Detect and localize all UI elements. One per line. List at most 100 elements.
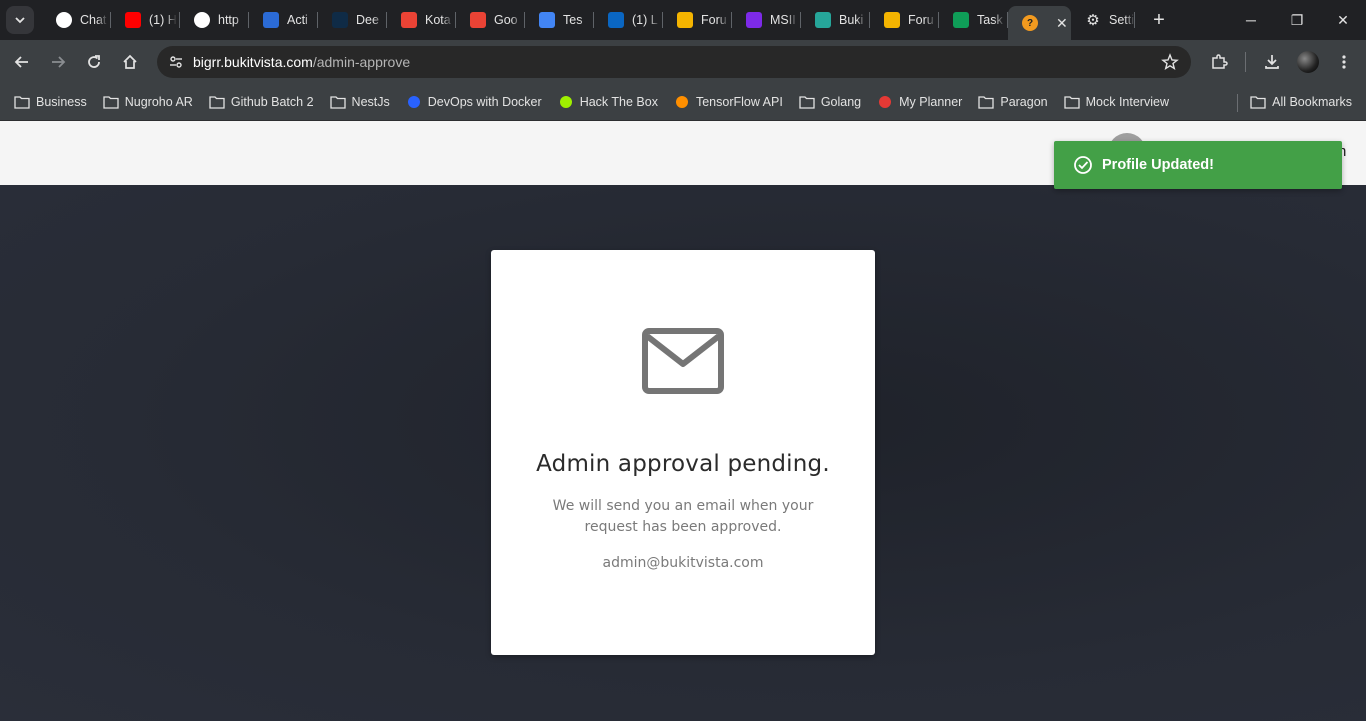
bookmark-item[interactable]: Mock Interview [1056,88,1177,116]
folder-icon [209,94,225,110]
close-window-button[interactable]: ✕ [1320,0,1366,40]
bookmark-item[interactable]: DevOps with Docker [398,88,550,116]
menu-button[interactable] [1326,44,1362,80]
bookmark-item[interactable]: Nugroho AR [95,88,201,116]
tab-title: MSII [770,13,796,27]
bookmark-star-icon[interactable] [1161,53,1179,76]
bookmark-item[interactable]: Hack The Box [550,88,666,116]
home-icon [123,54,137,69]
address-bar[interactable]: bigrr.bukitvista.com/admin-approve [157,46,1191,78]
back-button[interactable] [4,44,40,80]
window-controls: ─ ❐ ✕ [1228,0,1366,40]
tab-title: Dee [356,13,379,27]
tab-title: (1) L [632,13,658,27]
bukitvista-icon [815,12,831,28]
bookmark-item[interactable]: My Planner [869,88,970,116]
tab-title: Tes [563,13,583,27]
bookmarks-separator [1237,94,1238,112]
tab-active[interactable]: ? ✕ [1008,6,1071,40]
folder-icon [329,94,346,110]
tab-item[interactable]: (1) L [594,0,663,40]
tab-strip: Chat (1) H http Acti Dee Kota Goo Tes (1) L Foru M… [0,0,1366,40]
downloads-button[interactable] [1254,44,1290,80]
chatgpt-icon [56,12,72,28]
tab-title: (1) H [149,13,177,27]
bookmark-label: DevOps with Docker [427,95,542,109]
folder-icon [14,94,30,110]
folder-icon [103,94,119,110]
tab-item[interactable]: Foru [870,0,939,40]
tab-item[interactable]: Chat [42,0,111,40]
url-path: /admin-approve [312,54,411,70]
chevron-down-icon [15,17,25,24]
forward-arrow-icon [52,56,66,68]
gmail-icon [470,12,486,28]
tab-list: Chat (1) H http Acti Dee Kota Goo Tes (1) L Foru M… [42,0,1008,40]
site-info-icon[interactable] [160,54,192,70]
extensions-button[interactable] [1201,44,1237,80]
bookmark-label: Github Batch 2 [230,95,314,109]
folder-icon [1063,94,1080,110]
classroom-icon [953,12,969,28]
tab-title: Kota [425,13,451,27]
gmail-icon [401,12,417,28]
forward-button[interactable] [40,44,76,80]
tab-item[interactable]: (1) H [111,0,180,40]
tab-item[interactable]: Foru [663,0,732,40]
tab-item[interactable]: Acti [249,0,318,40]
close-tab-icon[interactable]: ✕ [1056,15,1068,32]
url-host: bigrr.bukitvista.com [193,54,313,70]
more-vertical-icon [1342,55,1346,69]
approval-card: Admin approval pending. We will send you… [491,250,875,655]
tab-title: Acti [287,13,308,27]
tab-item[interactable]: Dee [318,0,387,40]
download-icon [1265,55,1279,69]
card-title: Admin approval pending. [536,451,830,477]
bookmark-item[interactable]: NestJs [322,88,398,116]
tab-item[interactable]: Tes [525,0,594,40]
youtube-icon [125,12,141,28]
tab-title: Chat [80,13,107,27]
classroom-icon [884,12,900,28]
bookmark-item[interactable]: Business [6,88,95,116]
tab-item[interactable]: MSII [732,0,801,40]
back-arrow-icon [14,56,28,68]
reload-button[interactable] [76,44,112,80]
tab-title: Buki [839,13,864,27]
tab-title: Task [977,13,1003,27]
canva-icon [746,12,762,28]
toolbar-separator [1245,52,1246,72]
bookmark-item[interactable]: Paragon [970,88,1055,116]
docs-icon [539,12,555,28]
restore-button[interactable]: ❐ [1274,0,1320,40]
tab-item[interactable]: Kota [387,0,456,40]
bookmark-list: Business Nugroho AR Github Batch 2 NestJs De… [6,88,1177,116]
tab-title: Foru [908,13,934,27]
tab-item[interactable]: Goo [456,0,525,40]
bookmark-label: TensorFlow API [695,95,783,109]
tab-search-button[interactable] [6,6,34,34]
all-bookmarks-button[interactable]: All Bookmarks [1242,88,1360,116]
all-bookmarks-label: All Bookmarks [1272,95,1352,109]
bookmark-item[interactable]: TensorFlow API [666,88,791,116]
bukitvista-orange-icon: ? [1022,15,1038,31]
bookmark-label: NestJs [351,95,390,109]
tab-item[interactable]: http [180,0,249,40]
minimize-button[interactable]: ─ [1228,0,1274,40]
tab-title: Foru [701,13,727,27]
tab-item[interactable]: Task [939,0,1008,40]
bookmark-item[interactable]: Golang [791,88,869,116]
puzzle-icon [1212,54,1228,69]
new-tab-button[interactable]: + [1145,6,1173,34]
bookmark-item[interactable]: Github Batch 2 [201,88,322,116]
planner-icon [877,94,893,110]
home-button[interactable] [112,44,148,80]
bookmark-label: Hack The Box [579,95,658,109]
tab-item[interactable]: Buki [801,0,870,40]
devops-icon [406,94,422,110]
tab-settings[interactable]: ⚙ Setti [1071,0,1135,40]
bookmark-label: Paragon [1000,95,1048,109]
profile-button[interactable] [1290,44,1326,80]
tab-title: http [218,13,239,27]
toast-notification: Profile Updated! [1054,141,1342,189]
